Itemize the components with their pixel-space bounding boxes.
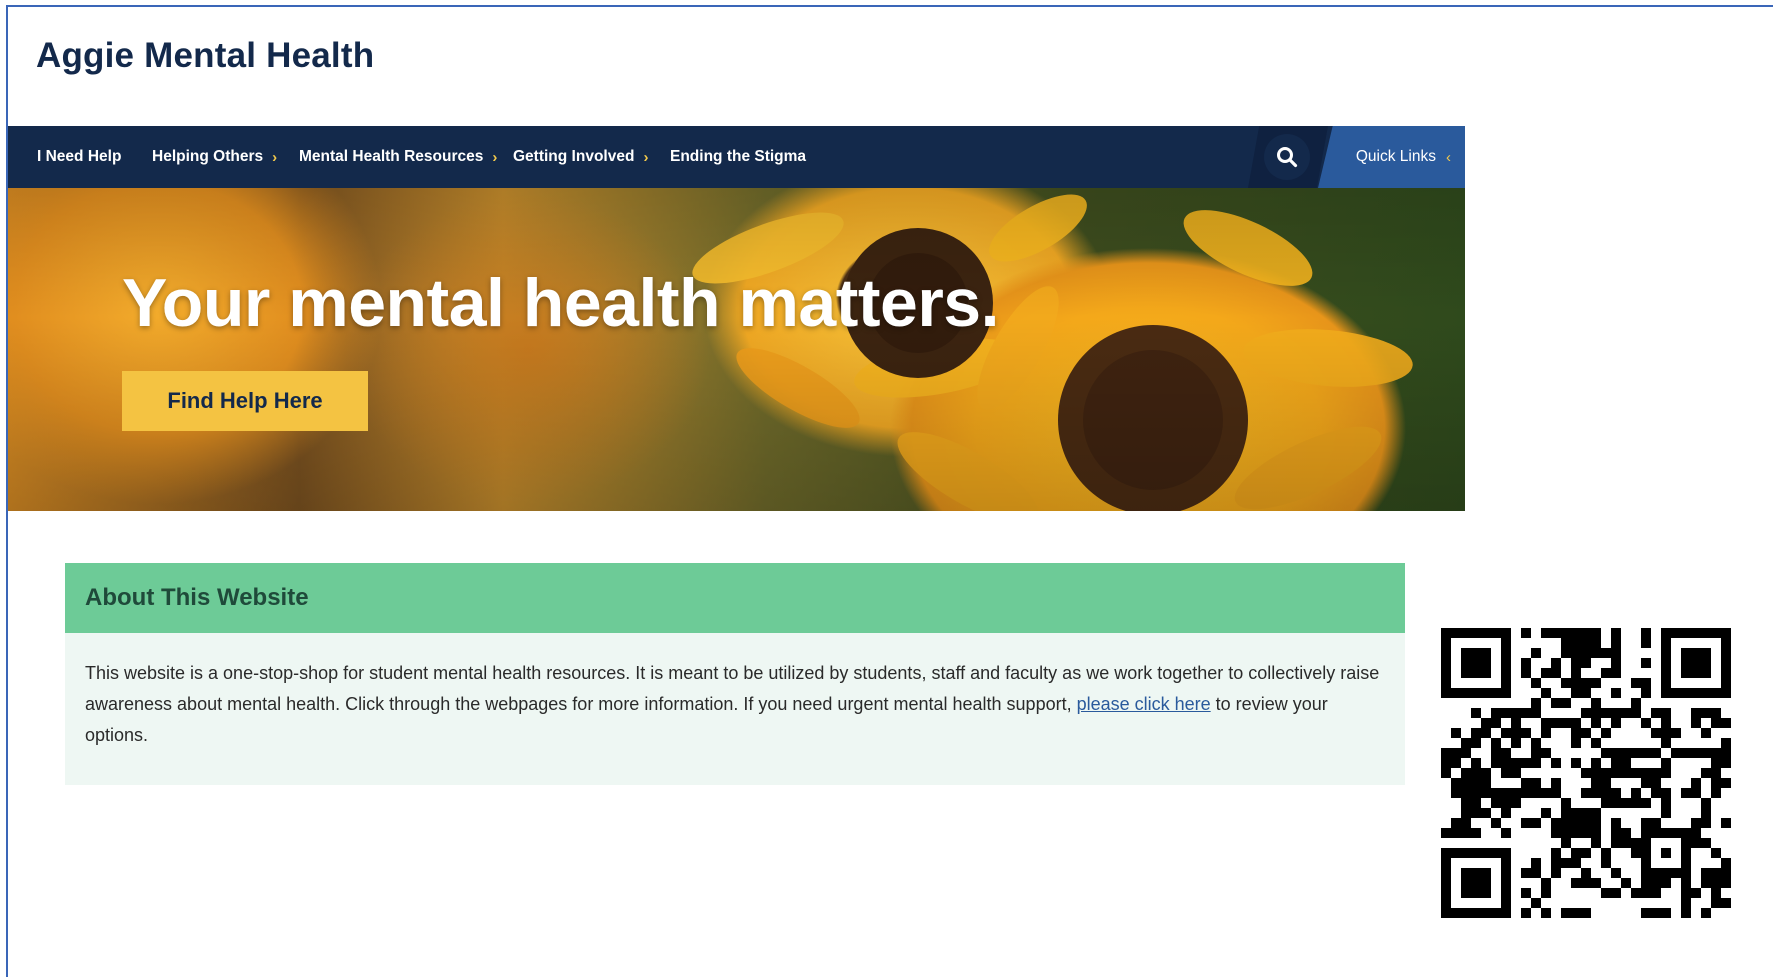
nav-item-i-need-help[interactable]: I Need Help (37, 126, 121, 188)
nav-item-helping-others[interactable]: Helping Others › (152, 126, 277, 188)
nav-item-mental-health-resources[interactable]: Mental Health Resources › (299, 126, 497, 188)
nav-item-label: Getting Involved (513, 148, 635, 165)
nav-item-label: Ending the Stigma (670, 148, 807, 165)
nav-item-ending-the-stigma[interactable]: Ending the Stigma (670, 126, 806, 188)
about-section: About This Website This website is a one… (65, 563, 1405, 785)
qr-code-icon (1441, 628, 1731, 918)
main-navigation: I Need Help Helping Others › Mental Heal… (8, 126, 1465, 188)
urgent-help-link[interactable]: please click here (1077, 694, 1211, 714)
hero-banner: Your mental health matters. Find Help He… (8, 188, 1465, 511)
chevron-right-icon: › (643, 148, 649, 166)
hero-headline: Your mental health matters. (122, 265, 1000, 341)
site-title[interactable]: Aggie Mental Health (36, 36, 374, 76)
chevron-left-icon: ‹ (1446, 148, 1451, 166)
search-button[interactable] (1264, 134, 1310, 180)
nav-item-label: Helping Others (152, 148, 264, 165)
nav-item-label: I Need Help (37, 148, 122, 165)
about-heading: About This Website (65, 563, 1405, 633)
about-body: This website is a one-stop-shop for stud… (65, 633, 1405, 751)
chevron-right-icon: › (492, 148, 498, 166)
find-help-button[interactable]: Find Help Here (122, 371, 368, 431)
nav-item-label: Mental Health Resources (299, 148, 484, 165)
nav-item-getting-involved[interactable]: Getting Involved › (513, 126, 648, 188)
quick-links-button[interactable]: Quick Links ‹ (1318, 126, 1465, 188)
quick-links-label: Quick Links (1355, 148, 1436, 165)
hero-overlay (8, 188, 1465, 511)
search-icon (1277, 147, 1298, 168)
chevron-right-icon: › (272, 148, 278, 166)
qr-code-image (1441, 628, 1731, 918)
